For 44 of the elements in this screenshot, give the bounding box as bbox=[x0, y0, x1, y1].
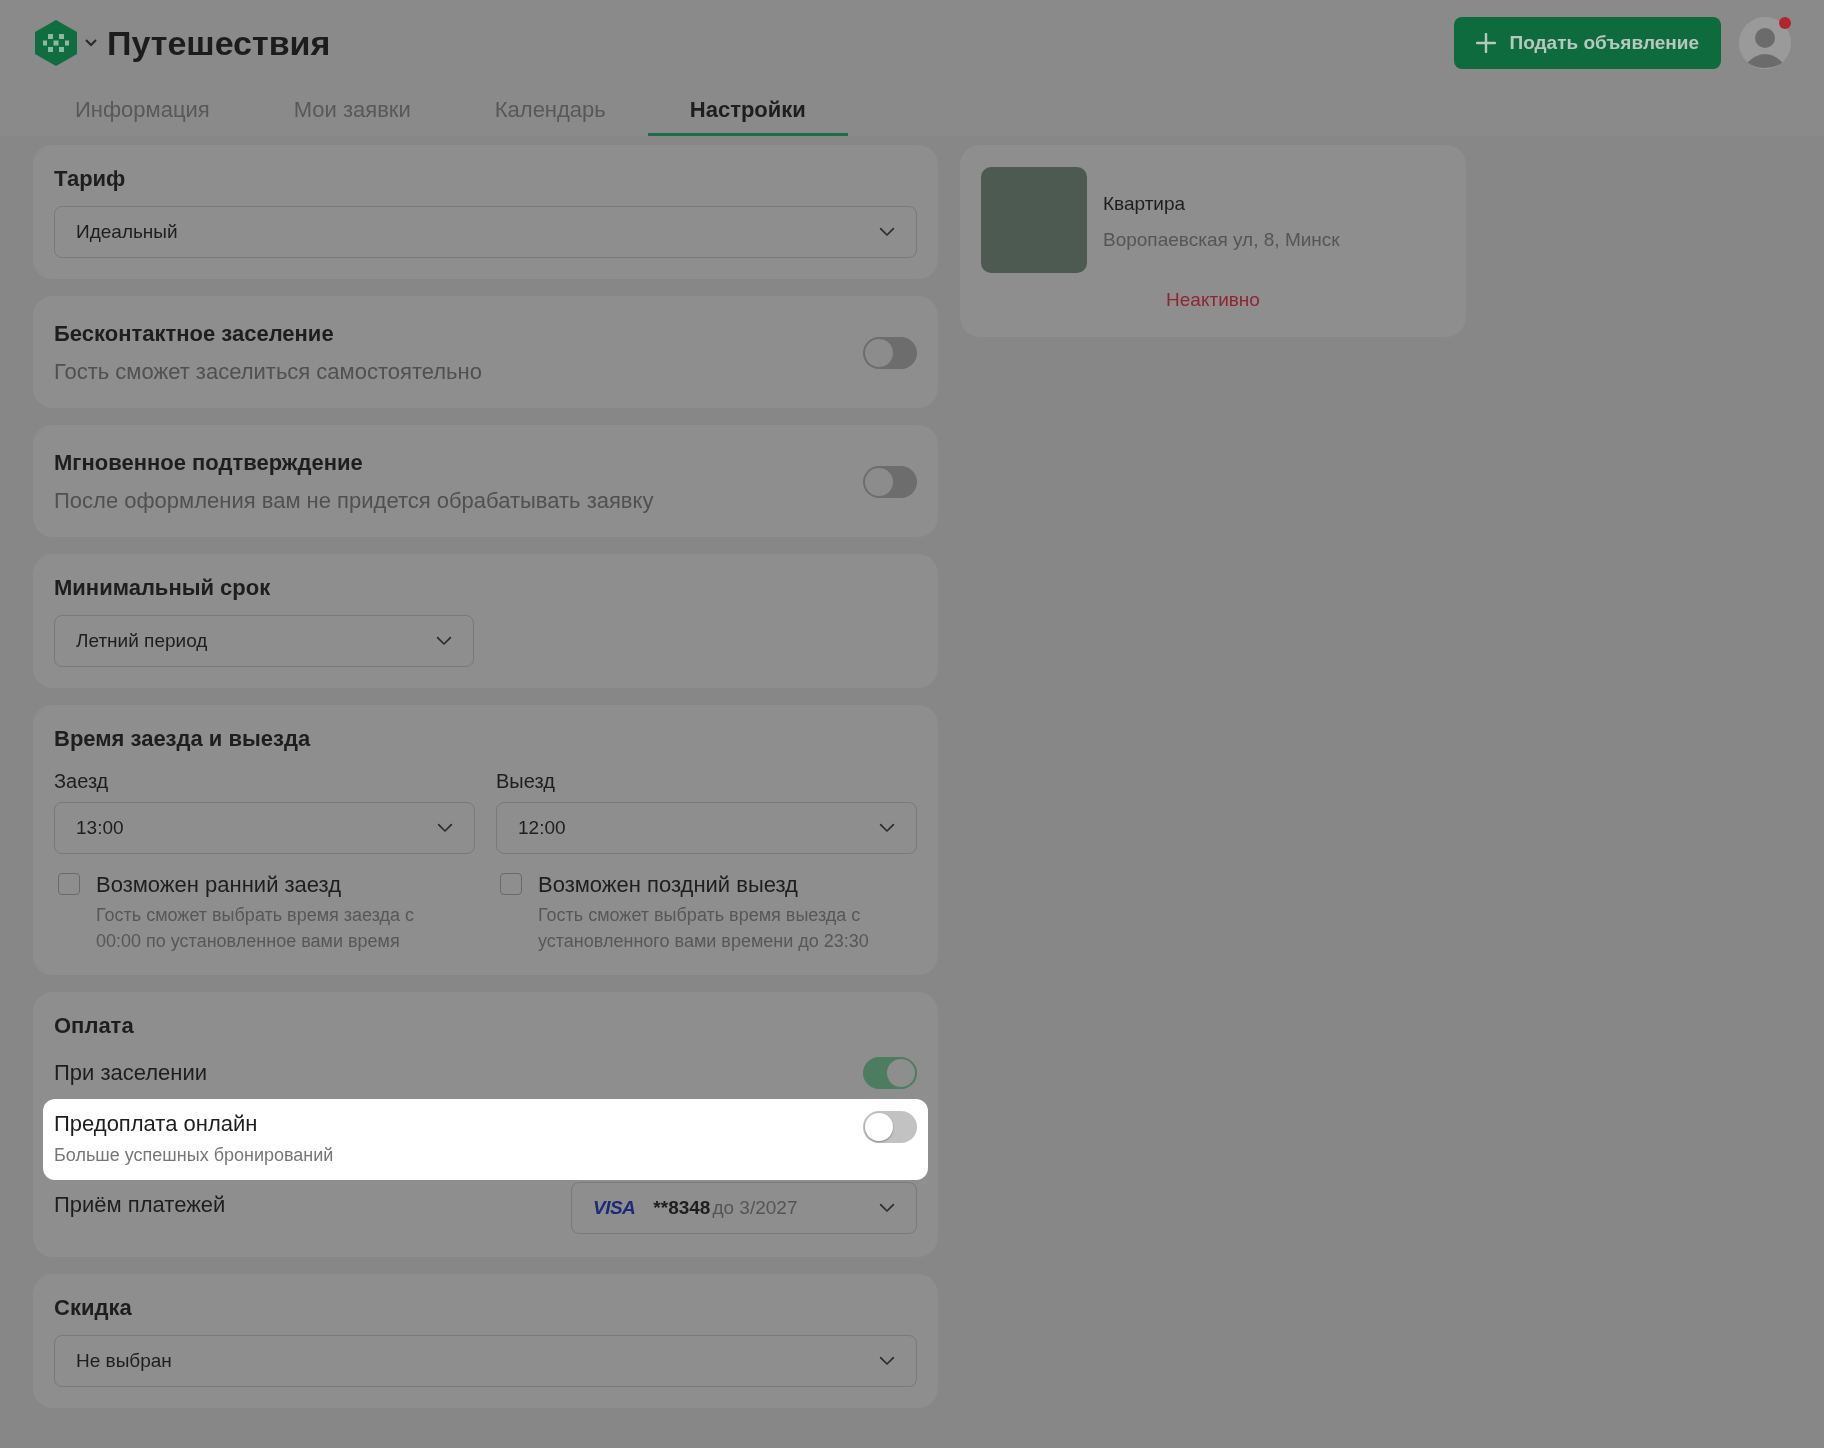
option-label: При заселении bbox=[54, 1060, 208, 1086]
chevron-down-icon bbox=[437, 823, 453, 833]
plus-icon bbox=[1475, 33, 1496, 53]
dropdown[interactable]: Идеальный bbox=[54, 206, 917, 258]
section-title: Время заезда и выезда bbox=[54, 726, 312, 752]
section-title: Бесконтактное заселение bbox=[54, 321, 335, 347]
field-label: Выезд bbox=[496, 770, 556, 793]
option-description: Больше успешных бронирований bbox=[54, 1145, 334, 1166]
listing-title: Квартира bbox=[1103, 193, 1187, 215]
option-label: Предоплата онлайн bbox=[54, 1111, 259, 1137]
option-label: Приём платежей bbox=[54, 1192, 226, 1218]
section-title: Оплата bbox=[54, 1013, 135, 1039]
dropdown[interactable]: Летний период bbox=[54, 615, 474, 667]
chevron-down-icon bbox=[879, 823, 895, 833]
toggle-switch[interactable] bbox=[863, 1057, 917, 1089]
field-label: Заезд bbox=[54, 770, 110, 793]
dropdown[interactable]: Не выбран bbox=[54, 1335, 917, 1387]
section-title: Мгновенное подтверждение bbox=[54, 450, 364, 476]
toggle-switch[interactable] bbox=[863, 466, 917, 498]
caret-icon[interactable] bbox=[85, 39, 97, 47]
chevron-down-icon bbox=[879, 227, 895, 237]
time-dropdown[interactable]: 13:00 bbox=[54, 802, 475, 854]
tab[interactable]: Настройки bbox=[647, 86, 848, 136]
section-title: Минимальный срок bbox=[54, 575, 272, 601]
checkbox[interactable] bbox=[58, 873, 80, 895]
section-title: Тариф bbox=[54, 166, 127, 192]
checkbox[interactable] bbox=[500, 873, 522, 895]
listing-address: Воропаевская ул, 8, Минск bbox=[1103, 229, 1340, 251]
time-dropdown[interactable]: 12:00 bbox=[496, 802, 917, 854]
checkbox-label: Возможен поздний выезд bbox=[538, 872, 799, 898]
toggle-switch[interactable] bbox=[863, 337, 917, 369]
toggle-switch[interactable] bbox=[863, 1111, 917, 1143]
chevron-down-icon bbox=[879, 1203, 895, 1213]
listing-status: Неактивно bbox=[1166, 289, 1260, 310]
checkbox-label: Возможен ранний заезд bbox=[96, 872, 343, 898]
chevron-down-icon bbox=[879, 1356, 895, 1366]
section-description: После оформления вам не придется обрабатывать заявку bbox=[54, 488, 654, 514]
logo-icon[interactable] bbox=[33, 19, 79, 67]
section-title: Скидка bbox=[54, 1295, 133, 1321]
card-dropdown[interactable]: VISA **8348до 3/2027 bbox=[571, 1182, 917, 1234]
app-title: Путешествия bbox=[107, 23, 331, 63]
post-ad-button[interactable]: Подать объявление bbox=[1453, 17, 1721, 69]
section-description: Гость сможет заселиться самостоятельно bbox=[54, 359, 482, 385]
chevron-down-icon bbox=[436, 636, 452, 646]
